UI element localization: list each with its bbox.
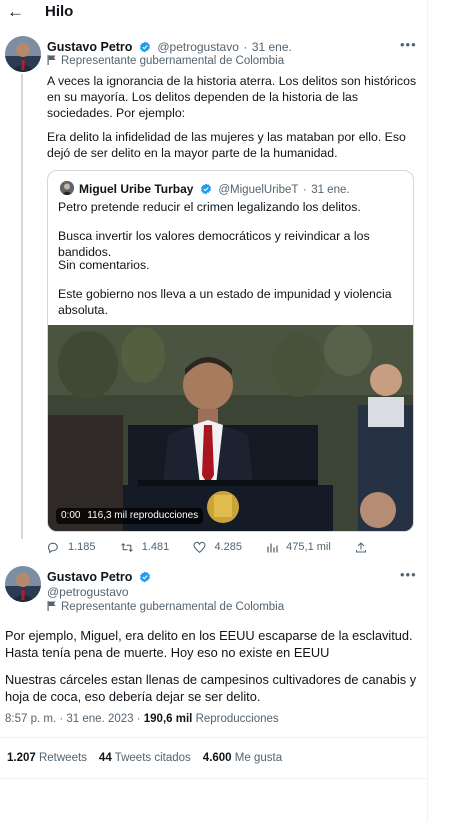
divider (0, 778, 428, 779)
likes-stat[interactable]: 4.600 Me gusta (203, 752, 282, 764)
author-name[interactable]: Gustavo Petro (47, 40, 132, 54)
retweets-stat-count: 1.207 (7, 752, 36, 764)
arrow-left-icon[interactable]: ← (7, 2, 24, 22)
divider (0, 737, 428, 738)
quote-tweets-stat-label: Tweets citados (114, 752, 191, 764)
video-time: 0:00 (61, 510, 81, 521)
separator-dot: · (243, 40, 248, 54)
retweets-stat[interactable]: 1.207 Retweets (7, 752, 87, 764)
video-views: 116,3 mil reproducciones (87, 510, 199, 521)
quoted-text-line-3: Sin comentarios. (58, 258, 150, 272)
government-label: Representante gubernamental de Colombia (47, 55, 284, 67)
separator-dot: · (302, 184, 307, 196)
quoted-author-row: Miguel Uribe Turbay @MiguelUribeT · 31 e… (79, 180, 350, 198)
author-handle[interactable]: @petrogustavo (157, 40, 239, 54)
views-chart-icon (267, 543, 278, 552)
reply-icon (47, 542, 58, 553)
engagement-stats: 1.207 Retweets 44 Tweets citados 4.600 M… (7, 752, 282, 764)
quoted-text-line-1: Petro pretende reducir el crimen legaliz… (58, 200, 361, 214)
header: ← Hilo (0, 0, 428, 26)
author-handle[interactable]: @petrogustavo (47, 585, 129, 599)
tweet-author-row: Gustavo Petro (47, 568, 151, 586)
tweet-meta-line: 8:57 p. m. · 31 ene. 2023 · 190,6 mil Re… (5, 713, 279, 725)
avatar[interactable] (5, 566, 41, 602)
retweet-icon (120, 542, 133, 552)
flag-icon (47, 601, 56, 611)
verified-badge-icon (139, 571, 150, 583)
tweet-text-paragraph-2: Nuestras cárceles estan llenas de campes… (5, 672, 417, 704)
quoted-tweet[interactable]: Miguel Uribe Turbay @MiguelUribeT · 31 e… (47, 170, 414, 532)
tweet-views-label: Reproducciones (195, 713, 279, 725)
verified-badge-icon (200, 183, 211, 195)
tweet-date[interactable]: 31 ene. (252, 40, 292, 54)
likes-stat-label: Me gusta (234, 752, 283, 764)
share-icon (355, 541, 366, 552)
tweet-views-count: 190,6 mil (143, 713, 193, 725)
tweet-full-date[interactable]: 31 ene. 2023 (66, 713, 133, 725)
quoted-tweet-date: 31 ene. (311, 184, 350, 196)
tweet-action-bar: 1.185 1.481 4.285 475,1 mil (47, 539, 367, 555)
like-button[interactable]: 4.285 (193, 541, 242, 554)
thread-connector-line (21, 74, 23, 539)
reply-count: 1.185 (68, 541, 96, 553)
page-title: Hilo (45, 3, 74, 20)
government-label: Representante gubernamental de Colombia (47, 601, 284, 613)
quoted-text-line-4: Este gobierno nos lleva a un estado de i… (58, 287, 392, 317)
government-label-text: Representante gubernamental de Colombia (61, 601, 285, 613)
tweet-text-paragraph-1: A veces la ignorancia de la historia ate… (47, 74, 417, 120)
retweet-count: 1.481 (141, 541, 170, 553)
tweet-text-paragraph-1: Por ejemplo, Miguel, era delito en los E… (5, 628, 413, 660)
retweet-button[interactable]: 1.481 (120, 541, 170, 554)
more-options-icon[interactable]: ••• (400, 567, 417, 582)
share-button[interactable] (355, 541, 367, 554)
video-player[interactable]: 0:00 116,3 mil reproducciones (48, 325, 413, 531)
likes-stat-count: 4.600 (202, 752, 232, 764)
quote-tweets-stat[interactable]: 44 Tweets citados (99, 752, 191, 764)
heart-icon (193, 541, 206, 553)
reply-button[interactable]: 1.185 (47, 541, 96, 554)
retweets-stat-label: Retweets (38, 752, 87, 764)
quoted-author-name: Miguel Uribe Turbay (79, 182, 194, 196)
government-label-text: Representante gubernamental de Colombia (61, 55, 285, 67)
quoted-author-avatar (60, 181, 74, 195)
more-options-icon[interactable]: ••• (400, 37, 417, 52)
tweet-text-paragraph-2: Era delito la infidelidad de las mujeres… (47, 130, 406, 160)
video-badge: 0:00 116,3 mil reproducciones (56, 508, 204, 524)
flag-icon (47, 55, 56, 65)
quoted-text-line-2: Busca invertir los valores democráticos … (58, 229, 370, 259)
tweet-author-row: Gustavo Petro @petrogustavo · 31 ene. (47, 38, 292, 56)
video-thumbnail (48, 325, 413, 531)
views-button[interactable]: 475,1 mil (266, 541, 331, 554)
thread-column: ← Hilo Gustavo Petro @petrogustavo · 31 … (0, 0, 428, 822)
verified-badge-icon (139, 41, 150, 53)
avatar[interactable] (5, 36, 41, 72)
quote-tweets-stat-count: 44 (98, 752, 112, 764)
author-name[interactable]: Gustavo Petro (47, 570, 132, 584)
like-count: 4.285 (214, 541, 242, 553)
tweet-time[interactable]: 8:57 p. m. (5, 713, 56, 725)
views-count: 475,1 mil (286, 541, 331, 553)
quoted-author-handle: @MiguelUribeT (218, 184, 299, 196)
